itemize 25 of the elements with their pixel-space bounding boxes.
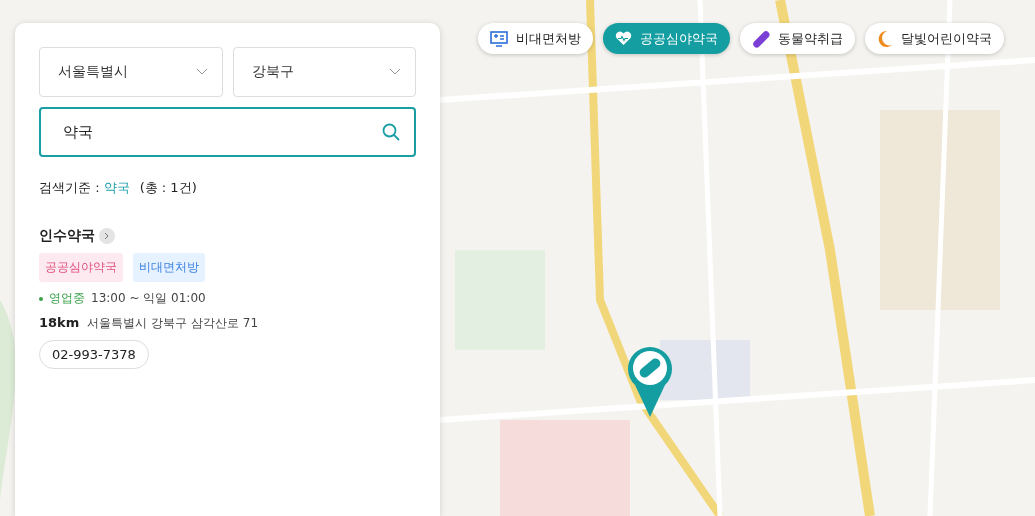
open-status: 영업중 [49,290,85,307]
pharmacy-tag: 공공심야약국 [39,253,123,282]
filter-chip[interactable]: 달빛어린이약국 [865,23,1004,54]
result-count: (총 : 1건) [139,179,197,197]
district-select[interactable]: 강북구 [232,47,416,97]
search-box[interactable]: 약국 [39,107,416,157]
address: 서울특별시 강북구 삼각산로 71 [87,315,258,332]
map-pin-icon[interactable] [627,345,673,417]
monitor-icon [490,30,508,47]
filter-chip[interactable]: 비대면처방 [478,23,593,54]
chevron-down-icon [389,68,401,76]
search-icon[interactable] [382,123,400,141]
search-criteria: 검색기준 : 약국 [39,179,130,197]
moon-icon [877,29,893,48]
chevron-down-icon [195,68,208,76]
heart-icon [615,31,632,46]
distance: 18km [39,315,80,330]
opening-hours: 13:00 ~ 익일 01:00 [91,290,206,307]
pharmacy-name[interactable]: 인수약국 [39,227,95,245]
filter-chip[interactable]: 동물약취급 [740,23,855,54]
search-field[interactable]: 약국 [61,122,382,142]
city-select[interactable]: 서울특별시 [39,47,223,97]
phone-button[interactable]: 02-993-7378 [39,340,149,369]
pharmacy-tag: 비대면처방 [133,253,205,282]
chevron-right-icon[interactable] [99,228,115,244]
